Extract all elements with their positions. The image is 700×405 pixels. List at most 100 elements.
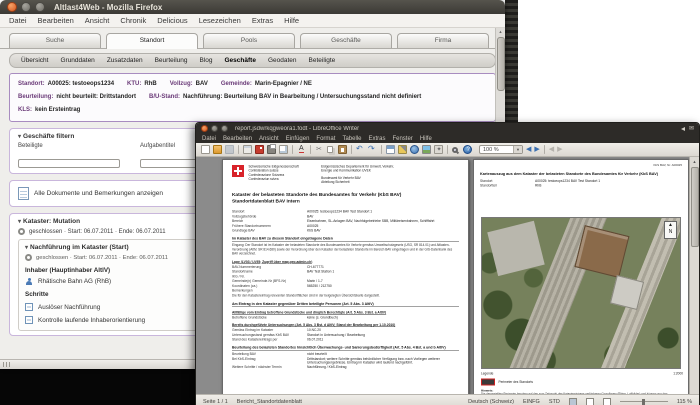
minimize-button[interactable] <box>211 125 218 132</box>
subnav-item[interactable]: Zusatzdaten <box>107 57 143 64</box>
menu-item[interactable]: Datei <box>9 16 27 25</box>
paragraph: Die für den Katastereintrag relevanten S… <box>232 293 380 298</box>
toolbar-icon[interactable] <box>243 145 252 154</box>
toolbar-icon[interactable] <box>225 145 234 154</box>
subnav-item[interactable]: Übersicht <box>21 57 48 64</box>
menu-item[interactable]: Datei <box>202 136 216 142</box>
toolbar-icon[interactable] <box>463 145 472 154</box>
app-tab[interactable]: Suche <box>9 33 101 48</box>
page-style[interactable]: Bericht_Standortdatenblatt <box>237 399 302 405</box>
zoom-slider[interactable] <box>619 398 668 405</box>
resize-grip[interactable] <box>3 362 11 367</box>
toolbar-icon[interactable] <box>452 146 458 153</box>
toolbar-icon[interactable] <box>422 145 431 154</box>
toolbar-icon[interactable] <box>381 145 382 154</box>
writer-titlebar[interactable]: report.jsdwrkqgweora1.fodt - LibreOffice… <box>196 123 699 134</box>
toolbar-icon[interactable] <box>279 145 288 154</box>
minimize-button[interactable] <box>21 2 31 12</box>
menu-item[interactable]: Fenster <box>392 136 412 142</box>
mail-icon[interactable]: ✉ <box>689 125 694 132</box>
menu-item[interactable]: Einfügen <box>286 136 310 142</box>
document-page-1[interactable]: Schweizerische Eidgenossenschaft Confédér… <box>222 159 469 394</box>
toolbar-icon[interactable] <box>368 144 377 154</box>
menu-item[interactable]: Bearbeiten <box>223 136 252 142</box>
prev-page-icon[interactable]: ◀ <box>549 145 554 154</box>
scrollbar-thumb[interactable] <box>497 37 505 91</box>
document-page-2[interactable]: KbS BAV, Nr. A00025 Kartenauszug aus dem… <box>473 159 689 394</box>
toolbar-icon[interactable] <box>255 145 264 154</box>
firefox-titlebar[interactable]: Altlast4Web - Mozilla Firefox <box>0 0 505 14</box>
toolbar-icon[interactable] <box>267 144 276 154</box>
subnav-item[interactable]: Blog <box>199 57 212 64</box>
menu-item[interactable]: Ansicht <box>259 136 279 142</box>
zoom-combobox[interactable]: 100 % ▼ <box>479 145 523 154</box>
book-view-icon[interactable] <box>602 397 611 405</box>
kataster-status-text: geschlossen · Start: 06.07.2011 · Ende: … <box>29 228 166 235</box>
menu-item[interactable]: Hilfe <box>284 16 299 25</box>
close-button[interactable] <box>201 125 208 132</box>
speaker-icon[interactable] <box>680 126 685 131</box>
toolbar-icon[interactable] <box>386 145 395 154</box>
beteiligte-input[interactable] <box>18 158 120 168</box>
writer-scrollbar[interactable]: ▲ <box>689 157 699 394</box>
menu-item[interactable]: Ansicht <box>85 16 110 25</box>
legend-item: Perimeter des Standorts <box>481 378 683 386</box>
scroll-up-icon[interactable]: ▲ <box>496 28 505 36</box>
scroll-up-icon[interactable]: ▲ <box>690 157 699 166</box>
gear-icon <box>25 254 32 261</box>
app-tab[interactable]: Standort <box>106 33 198 49</box>
menu-item[interactable]: Format <box>316 136 335 142</box>
toolbar-icon[interactable] <box>297 145 306 154</box>
maximize-button[interactable] <box>35 2 45 12</box>
toolbar-icon[interactable] <box>410 145 419 154</box>
scrollbar-thumb[interactable] <box>691 167 699 247</box>
menu-item[interactable]: Hilfe <box>420 136 432 142</box>
app-tab[interactable]: Geschäfte <box>300 33 392 48</box>
menu-item[interactable]: Extras <box>252 16 273 25</box>
toolbar-icon[interactable] <box>398 145 407 154</box>
next-page-icon[interactable]: ▶ <box>557 145 562 154</box>
toolbar-icon[interactable] <box>356 144 365 154</box>
toolbar-icon[interactable] <box>310 145 311 154</box>
app-tab[interactable]: Firma <box>397 33 489 48</box>
toolbar-icon[interactable] <box>315 145 324 154</box>
subnav-item[interactable]: Geodaten <box>268 57 297 64</box>
toolbar-icon[interactable] <box>327 146 333 153</box>
inhaber-name[interactable]: Rhätische Bahn AG (RhB) <box>38 278 111 285</box>
app-tab[interactable]: Pools <box>203 33 295 48</box>
back-arrow-icon[interactable]: ◀ <box>526 145 531 154</box>
menu-item[interactable]: Delicious <box>157 16 187 25</box>
subnav-item[interactable]: Beurteilung <box>155 57 188 64</box>
menu-item[interactable]: Chronik <box>120 16 146 25</box>
menu-item[interactable]: Bearbeiten <box>38 16 74 25</box>
toolbar-icon[interactable] <box>434 145 443 154</box>
insert-mode[interactable]: EINFG <box>523 399 540 405</box>
forward-arrow-icon[interactable]: ▶ <box>534 145 539 154</box>
toolbar-icon[interactable] <box>238 145 239 154</box>
language-indicator[interactable]: Deutsch (Schweiz) <box>468 399 514 405</box>
maximize-button[interactable] <box>221 125 228 132</box>
menu-item[interactable]: Lesezeichen <box>199 16 241 25</box>
selection-mode[interactable]: STD <box>549 399 560 405</box>
subnav-item[interactable]: Grunddaten <box>60 57 94 64</box>
toolbar-icon[interactable] <box>338 145 347 154</box>
toolbar-icon[interactable] <box>447 145 448 154</box>
toolbar-icon[interactable] <box>351 145 352 154</box>
multi-page-view-icon[interactable] <box>585 397 594 405</box>
toolbar-icon[interactable] <box>292 145 293 154</box>
toolbar-icon[interactable] <box>213 145 222 154</box>
page-indicator[interactable]: Seite 1 / 1 <box>203 399 228 405</box>
subnav-item[interactable]: Beteiligte <box>309 57 336 64</box>
chevron-down-icon[interactable]: ▼ <box>513 146 522 153</box>
info-pair: Standort: A00025: testoeops1234 <box>18 81 127 87</box>
menu-item[interactable]: Extras <box>368 136 385 142</box>
row-label: Standort <box>480 179 493 183</box>
window-title: Altlast4Web - Mozilla Firefox <box>54 2 163 12</box>
close-button[interactable] <box>7 2 17 12</box>
subnav-item[interactable]: Geschäfte <box>225 57 256 64</box>
row-label: Weitere Schritte / nächster Termin <box>232 365 282 370</box>
zoom-level[interactable]: 115 % <box>677 399 692 405</box>
single-page-view-icon[interactable] <box>568 397 577 405</box>
menu-item[interactable]: Tabelle <box>342 136 361 142</box>
toolbar-icon[interactable] <box>201 145 210 154</box>
